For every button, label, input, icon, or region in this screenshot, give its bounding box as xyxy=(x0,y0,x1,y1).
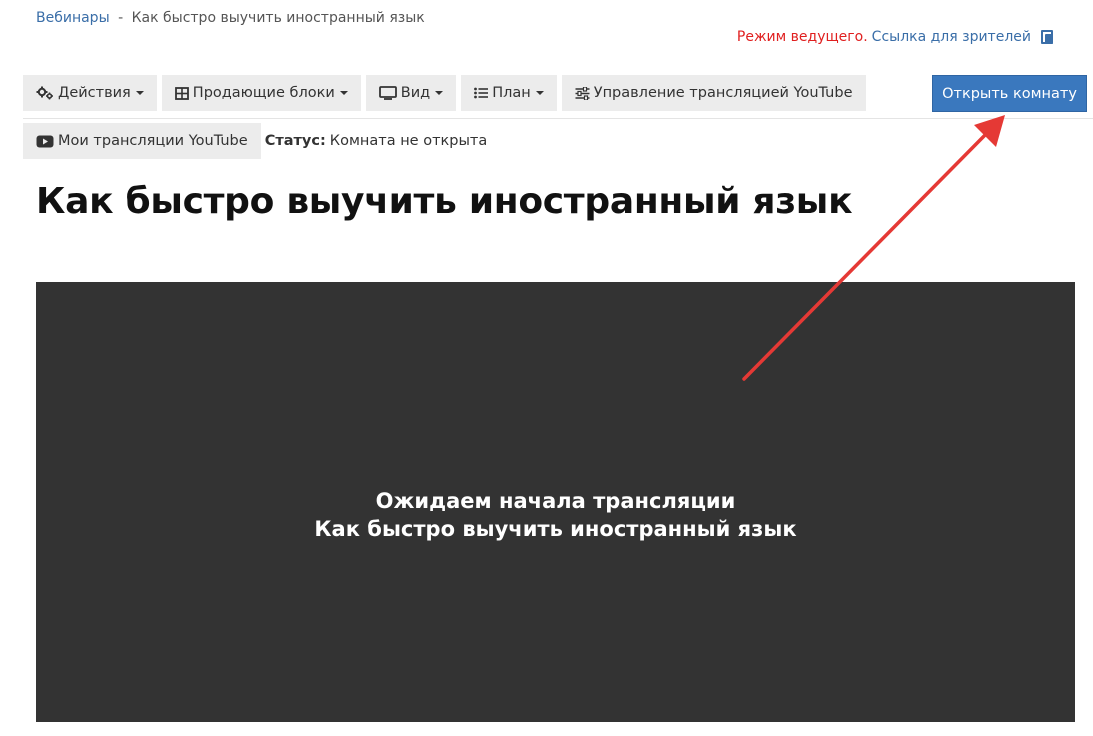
my-youtube-broadcasts-button[interactable]: Мои трансляции YouTube xyxy=(23,123,261,159)
table-icon xyxy=(174,86,189,100)
youtube-control-label: Управление трансляцией YouTube xyxy=(593,85,853,101)
status-row: Мои трансляции YouTube Статус: Комната не… xyxy=(23,123,487,159)
view-label: Вид xyxy=(400,85,431,101)
gears-icon xyxy=(36,86,53,100)
plan-dropdown-button[interactable]: План xyxy=(461,75,557,111)
caret-down-icon xyxy=(135,91,144,95)
webinar-host-page: Вебинары - Как быстро выучить иностранны… xyxy=(0,0,1093,736)
breadcrumb: Вебинары - Как быстро выучить иностранны… xyxy=(36,10,425,26)
caret-down-icon xyxy=(435,91,444,95)
selling-blocks-dropdown-button[interactable]: Продающие блоки xyxy=(161,75,361,111)
waiting-line: Ожидаем начала трансляции xyxy=(375,489,736,513)
video-waiting-message: Ожидаем начала трансляции Как быстро выу… xyxy=(36,487,1075,543)
monitor-icon xyxy=(378,86,397,100)
actions-label: Действия xyxy=(58,85,131,101)
toolbar-divider xyxy=(23,118,1093,119)
host-bar: Режим ведущего. Ссылка для зрителей xyxy=(737,29,1053,45)
video-title-line: Как быстро выучить иностранный язык xyxy=(314,517,797,541)
sliders-icon xyxy=(575,86,590,100)
video-player-area: Ожидаем начала трансляции Как быстро выу… xyxy=(36,282,1075,722)
actions-dropdown-button[interactable]: Действия xyxy=(23,75,157,111)
my-broadcasts-label: Мои трансляции YouTube xyxy=(58,133,248,149)
room-status: Статус: Комната не открыта xyxy=(265,133,488,149)
view-dropdown-button[interactable]: Вид xyxy=(365,75,457,111)
caret-down-icon xyxy=(535,91,544,95)
youtube-control-button[interactable]: Управление трансляцией YouTube xyxy=(561,75,866,111)
open-room-button[interactable]: Открыть комнату xyxy=(932,75,1087,112)
caret-down-icon xyxy=(339,91,348,95)
breadcrumb-separator: - xyxy=(118,10,124,26)
list-icon xyxy=(474,87,489,99)
toolbar: Действия Продающие блоки Вид План Управл… xyxy=(23,75,866,111)
copy-icon[interactable] xyxy=(1041,30,1053,44)
page-title: Как быстро выучить иностранный язык xyxy=(36,181,853,222)
host-mode-label: Режим ведущего. xyxy=(736,29,868,45)
youtube-icon xyxy=(36,135,54,147)
selling-blocks-label: Продающие блоки xyxy=(192,85,335,101)
status-value: Комната не открыта xyxy=(329,133,488,149)
breadcrumb-webinars-link[interactable]: Вебинары xyxy=(36,10,110,26)
breadcrumb-current: Как быстро выучить иностранный язык xyxy=(131,10,425,26)
viewer-link[interactable]: Ссылка для зрителей xyxy=(872,29,1031,45)
plan-label: План xyxy=(492,85,531,101)
status-label: Статус: xyxy=(264,133,326,149)
